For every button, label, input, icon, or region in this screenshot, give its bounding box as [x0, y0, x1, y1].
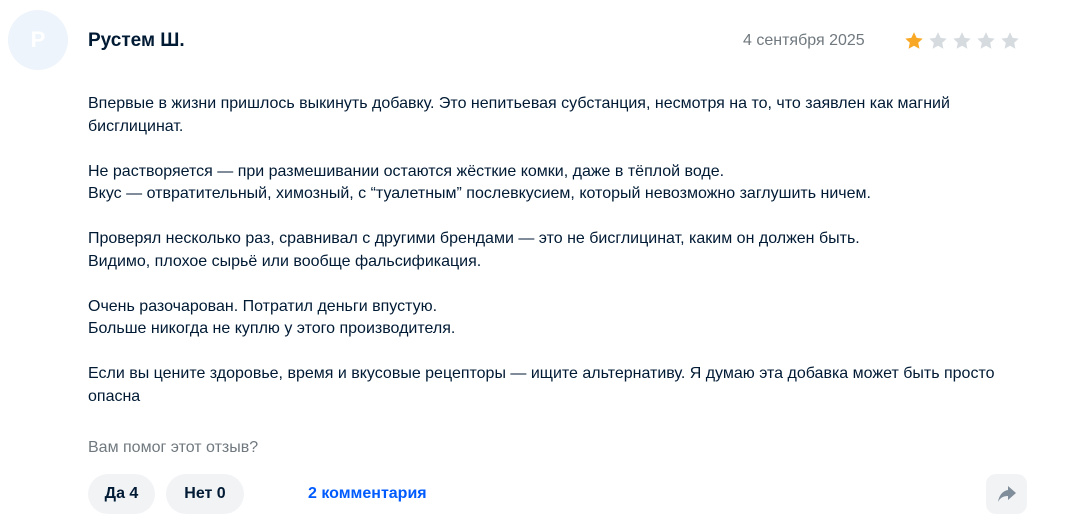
- star-empty-icon: [977, 32, 995, 49]
- review-paragraph: Впервые в жизни пришлось выкинуть добавк…: [88, 95, 950, 135]
- helpful-question: Вам помог этот отзыв?: [88, 439, 259, 456]
- review-paragraph: Проверял несколько раз, сравнивал с друг…: [88, 230, 860, 270]
- review-paragraph: Если вы цените здоровье, время и вкусовы…: [88, 365, 995, 405]
- share-button[interactable]: [986, 474, 1027, 514]
- review-paragraph: Очень разочарован. Потратил деньги впуст…: [88, 297, 456, 338]
- star-empty-icon: [929, 32, 947, 49]
- helpful-no-button[interactable]: Нет 0: [166, 474, 244, 514]
- helpful-yes-button[interactable]: Да 4: [88, 474, 155, 514]
- review-text: Впервые в жизни пришлось выкинуть добавк…: [88, 93, 1018, 431]
- share-arrow-icon: [997, 486, 1016, 502]
- helpful-yes-label: Да 4: [104, 485, 139, 502]
- star-empty-icon: [1001, 32, 1019, 49]
- star-filled-icon: [905, 32, 923, 49]
- review-date: 4 сентября 2025: [743, 32, 865, 49]
- rating-stars: [903, 30, 1021, 52]
- author-name: Рустем Ш.: [88, 30, 185, 51]
- avatar-letter: Р: [30, 27, 46, 52]
- avatar: Р: [8, 10, 68, 70]
- comments-link[interactable]: 2 комментария: [308, 485, 427, 503]
- review-paragraph: Не растворяется — при размешивании остаю…: [88, 162, 871, 203]
- star-empty-icon: [953, 32, 971, 49]
- helpful-no-label: Нет 0: [184, 485, 226, 502]
